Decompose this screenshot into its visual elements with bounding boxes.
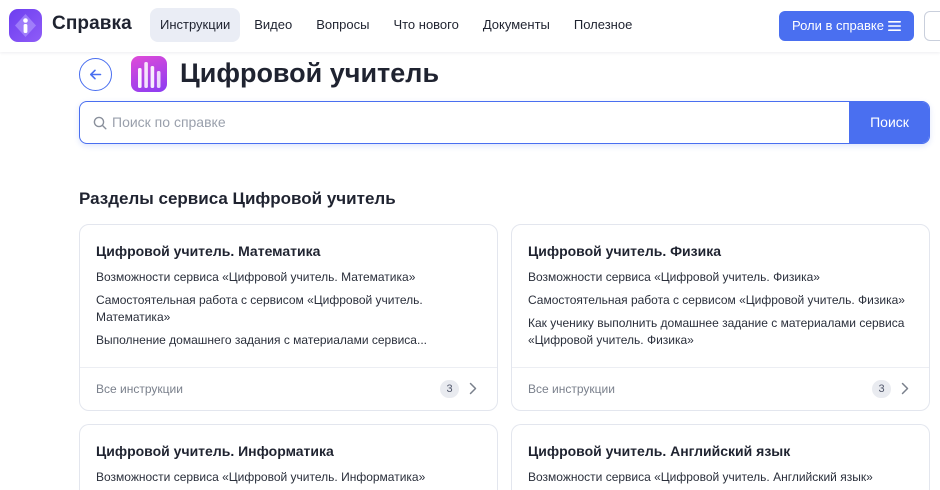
all-instructions-link[interactable]: Все инструкции [96, 382, 183, 396]
card-footer[interactable]: Все инструкции 3 [80, 367, 497, 410]
main-nav: Инструкции Видео Вопросы Что нового Доку… [150, 8, 646, 42]
nav-item-instructions[interactable]: Инструкции [150, 8, 241, 42]
card-link[interactable]: Самостоятельная работа с сервисом «Цифро… [528, 292, 923, 309]
count-badge: 3 [872, 380, 891, 398]
card-link[interactable]: Как ученику выполнить домашнее задание с… [528, 315, 923, 349]
nav-item-documents[interactable]: Документы [473, 8, 560, 42]
nav-item-whats-new[interactable]: Что нового [383, 8, 468, 42]
card-link[interactable]: Выполнение домашнего задания с материала… [96, 332, 491, 349]
card-links: Возможности сервиса «Цифровой учитель. Ф… [528, 269, 923, 355]
search-input[interactable] [112, 102, 842, 142]
app-logo-icon[interactable] [9, 9, 42, 42]
search-button[interactable]: Поиск [849, 102, 929, 143]
card-links: Возможности сервиса «Цифровой учитель. М… [96, 269, 491, 355]
back-button[interactable] [79, 58, 112, 91]
card-link[interactable]: Возможности сервиса «Цифровой учитель. Ф… [528, 269, 923, 286]
card-title[interactable]: Цифровой учитель. Английский язык [528, 443, 790, 459]
count-badge: 3 [440, 380, 459, 398]
nav-item-video[interactable]: Видео [244, 8, 302, 42]
search-icon [93, 116, 107, 130]
section-card-math: Цифровой учитель. Математика Возможности… [79, 224, 498, 411]
nav-item-useful[interactable]: Полезное [564, 8, 642, 42]
arrow-left-icon [90, 69, 102, 80]
section-title: Разделы сервиса Цифровой учитель [79, 189, 396, 208]
card-link[interactable]: Возможности сервиса «Цифровой учитель. И… [96, 469, 491, 486]
card-link[interactable]: Самостоятельная работа с сервисом «Цифро… [96, 292, 491, 326]
search-bar: Поиск [79, 101, 930, 144]
card-link[interactable]: Возможности сервиса «Цифровой учитель. М… [96, 269, 491, 286]
nav-item-questions[interactable]: Вопросы [306, 8, 379, 42]
chevron-right-icon [901, 382, 909, 395]
header-extra-button[interactable] [924, 11, 940, 41]
card-links: Возможности сервиса «Цифровой учитель. И… [96, 469, 491, 490]
menu-icon [888, 21, 901, 31]
all-instructions-link[interactable]: Все инструкции [528, 382, 615, 396]
top-header: Справка Инструкции Видео Вопросы Что нов… [0, 0, 940, 52]
card-footer[interactable]: Все инструкции 3 [512, 367, 929, 410]
brand-title[interactable]: Справка [52, 13, 132, 35]
chevron-right-icon [469, 382, 477, 395]
page-title: Цифровой учитель [180, 58, 440, 88]
roles-button-label: Роли в справке [792, 18, 884, 33]
roles-button[interactable]: Роли в справке [779, 11, 914, 41]
card-title[interactable]: Цифровой учитель. Математика [96, 243, 320, 259]
section-card-informatics: Цифровой учитель. Информатика Возможност… [79, 424, 498, 490]
section-card-physics: Цифровой учитель. Физика Возможности сер… [511, 224, 930, 411]
card-title[interactable]: Цифровой учитель. Информатика [96, 443, 334, 459]
section-card-english: Цифровой учитель. Английский язык Возмож… [511, 424, 930, 490]
card-title[interactable]: Цифровой учитель. Физика [528, 243, 721, 259]
card-links: Возможности сервиса «Цифровой учитель. А… [528, 469, 923, 490]
card-link[interactable]: Возможности сервиса «Цифровой учитель. А… [528, 469, 923, 486]
digital-teacher-icon [131, 56, 167, 92]
